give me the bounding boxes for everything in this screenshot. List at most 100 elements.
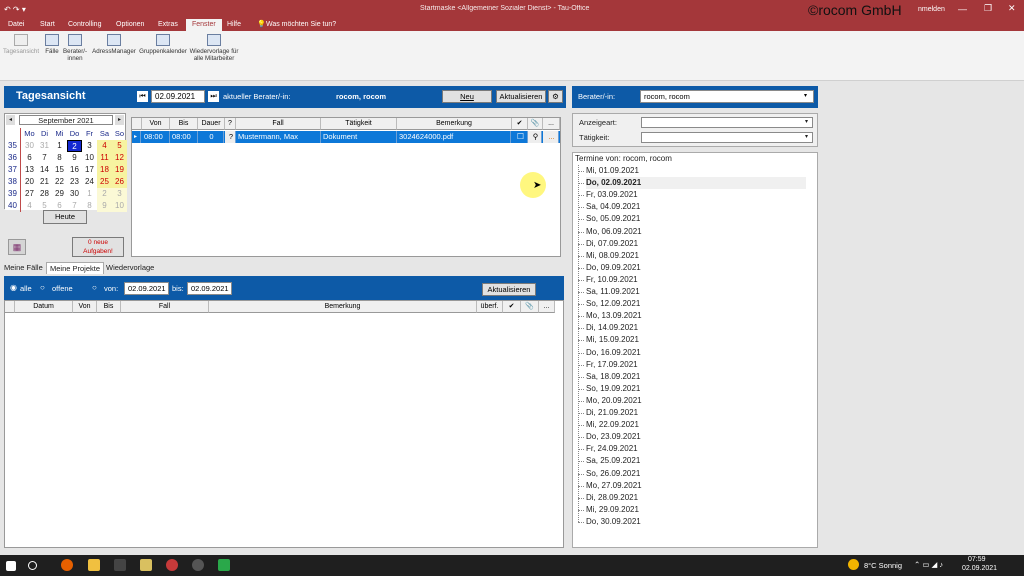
next-day-button[interactable]: ⏭ [208,91,219,102]
calendar-day[interactable]: 23 [67,176,82,188]
tree-item-date[interactable]: Sa, 11.09.2021 [586,286,640,298]
tab-start[interactable]: Start [37,19,58,31]
header-ueberf[interactable]: überf. [477,301,503,313]
account-label[interactable]: nmelden [918,6,945,13]
header-bis[interactable]: Bis [97,301,121,313]
month-label[interactable]: September 2021 [19,115,113,125]
berater-button[interactable]: Berater/- innen [63,34,87,62]
tab-fenster[interactable]: Fenster [186,19,222,31]
tau-office-icon[interactable] [166,559,178,571]
calendar-day[interactable]: 13 [22,164,37,176]
tray-icons[interactable]: ⌃ ▭ ◢ ♪ [914,560,943,569]
tree-item-date[interactable]: Do, 09.09.2021 [586,262,641,274]
calendar-day[interactable]: 1 [82,188,97,200]
tree-item-date[interactable]: Do, 16.09.2021 [586,347,641,359]
settings-icon[interactable]: ⚙ [548,90,563,103]
offene-radio[interactable]: ○ [40,283,45,292]
search-icon[interactable] [28,561,37,570]
tab-meine-faelle[interactable]: Meine Fälle [4,263,43,272]
adressmanager-button[interactable]: AdressManager [90,34,138,55]
tree-item-date[interactable]: Mi, 29.09.2021 [586,504,639,516]
clock-date[interactable]: 02.09.2021 [962,565,997,572]
calendar-day[interactable]: 29 [52,188,67,200]
wiedervorlage-button[interactable]: Wiedervorlage für alle Mitarbeiter [188,34,240,62]
calendar-day[interactable]: 5 [112,140,127,152]
tree-item-date[interactable]: Fr, 03.09.2021 [586,189,638,201]
ribbon-search[interactable]: Was möchten Sie tun? [263,19,339,31]
calendar-day[interactable]: 30 [67,188,82,200]
tab-meine-projekte[interactable]: Meine Projekte [46,262,105,274]
calendar-day[interactable]: 31 [37,140,52,152]
app-icon-4[interactable] [218,559,230,571]
clock-time[interactable]: 07:59 [968,556,986,563]
calendar-day[interactable]: 12 [112,152,127,164]
header-attachment[interactable]: 📎 [521,301,539,313]
tree-item-date[interactable]: Mi, 15.09.2021 [586,334,639,346]
date-field[interactable]: 02.09.2021 [151,90,205,103]
prev-day-button[interactable]: ⏮ [137,91,148,102]
aufgaben-button[interactable]: 0 neue Aufgaben! [72,237,124,257]
header-question[interactable]: ? [225,118,236,130]
heute-button[interactable]: Heute [43,210,87,224]
calendar-day[interactable]: 26 [112,176,127,188]
tree-root[interactable]: Termine von: rocom, rocom [575,154,672,163]
header-done[interactable]: ✔ [512,118,528,130]
header-more[interactable]: ... [539,301,555,313]
header-attachment[interactable]: 📎 [528,118,543,130]
calendar-day[interactable]: 9 [67,152,82,164]
filter-aktualisieren-button[interactable]: Aktualisieren [482,283,536,296]
app-icon-1[interactable] [114,559,126,571]
header-von[interactable]: Von [142,118,170,130]
header-more[interactable]: ... [543,118,560,130]
calendar-day[interactable]: 11 [97,152,112,164]
minimize-icon[interactable]: — [958,4,967,14]
calendar-day[interactable]: 3 [82,140,97,152]
calendar-day[interactable]: 4 [97,140,112,152]
tree-item-date[interactable]: So, 26.09.2021 [586,468,640,480]
done-checkbox[interactable]: ☐ [512,131,528,143]
tab-hilfe[interactable]: Hilfe [224,19,244,31]
tree-item-date[interactable]: Fr, 17.09.2021 [586,359,638,371]
header-fall[interactable]: Fall [236,118,321,130]
tree-item-date[interactable]: Do, 30.09.2021 [586,516,641,528]
tagesansicht-button[interactable]: Tagesansicht [2,34,40,55]
tree-item-date[interactable]: So, 12.09.2021 [586,298,640,310]
attachment-icon[interactable]: ⚲ [528,131,542,143]
anzeigeart-select[interactable] [641,117,813,128]
calendar-day[interactable]: 10 [112,200,127,212]
tree-item-date[interactable]: Fr, 10.09.2021 [586,274,638,286]
faelle-button[interactable]: Fälle [43,34,61,55]
header-dauer[interactable]: Dauer [198,118,225,130]
firefox-icon[interactable] [61,559,73,571]
tree-item-date[interactable]: Mo, 06.09.2021 [586,226,642,238]
header-von[interactable]: Von [73,301,97,313]
prev-month-icon[interactable]: ◂ [6,115,15,125]
tree-item-date[interactable]: Di, 14.09.2021 [586,322,638,334]
calendar-day[interactable]: 27 [22,188,37,200]
cell-question[interactable]: ? [225,131,236,143]
calendar-day[interactable]: 21 [37,176,52,188]
header-bemerkung[interactable]: Bemerkung [209,301,477,313]
taetigkeit-select[interactable] [641,132,813,143]
calendar-day[interactable]: 10 [82,152,97,164]
tree-item-date[interactable]: Di, 21.09.2021 [586,407,638,419]
taetigkeit-chevron-icon[interactable]: ▾ [805,133,808,140]
calendar-day[interactable]: 19 [112,164,127,176]
calendar-day[interactable]: 3 [112,188,127,200]
tree-item-date[interactable]: Mi, 01.09.2021 [586,165,639,177]
calendar-day[interactable]: 9 [97,200,112,212]
table-row[interactable]: ▸ 08:00 08:00 0 ? Mustermann, Max Dokume… [132,131,560,143]
calendar-day[interactable]: 8 [52,152,67,164]
tree-item-date[interactable]: Sa, 25.09.2021 [586,455,640,467]
quick-access-icons[interactable]: ↶ ↷ ▾ [4,5,26,14]
tab-controlling[interactable]: Controlling [65,19,104,31]
calendar-day[interactable]: 17 [82,164,97,176]
tree-item-date[interactable]: Fr, 24.09.2021 [586,443,638,455]
calendar-day[interactable]: 2 [97,188,112,200]
tree-item-date[interactable]: Mo, 13.09.2021 [586,310,642,322]
gruppenkalender-button[interactable]: Gruppenkalender [138,34,188,55]
bis-date-field[interactable]: 02.09.2021 [187,282,232,295]
tree-item-date[interactable]: Mo, 27.09.2021 [586,480,642,492]
header-taetigkeit[interactable]: Tätigkeit [321,118,397,130]
tab-optionen[interactable]: Optionen [113,19,147,31]
